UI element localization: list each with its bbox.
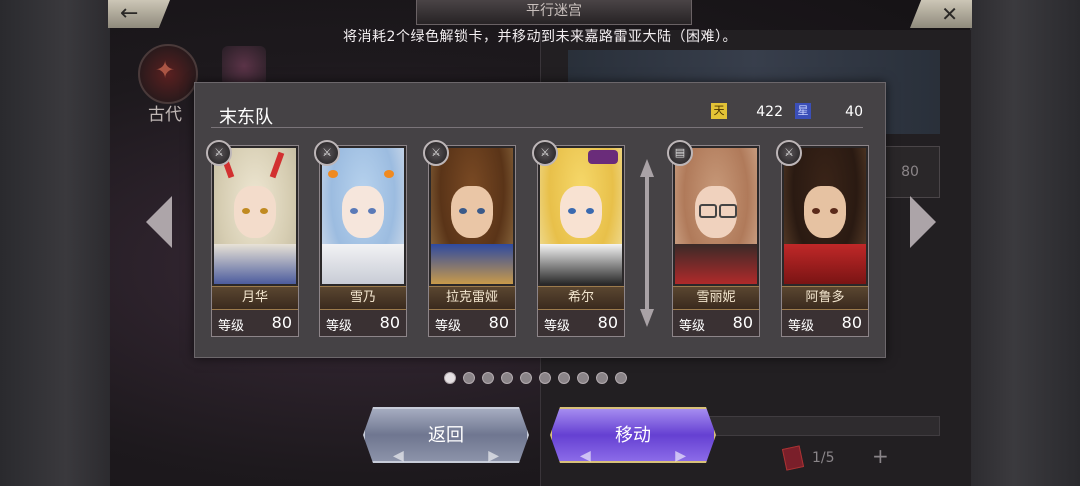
- star-resource-icon: 星: [795, 103, 811, 119]
- era-emblem-icon: [138, 44, 198, 104]
- level-row: 等级 80: [782, 310, 868, 336]
- character-name: 阿鲁多: [782, 286, 868, 310]
- character-card[interactable]: ⚔ 拉克雷娅 等级 80: [423, 140, 516, 337]
- character-card[interactable]: ⚔ 希尔 等级 80: [532, 140, 625, 337]
- level-row: 等级 80: [429, 310, 515, 336]
- move-button[interactable]: ◀ 移动 ▶: [550, 407, 716, 463]
- pagination-dot[interactable]: [482, 372, 494, 384]
- character-name: 希尔: [538, 286, 624, 310]
- star-resource-value: 40: [845, 104, 863, 120]
- background-right-panel: [970, 0, 1080, 486]
- emblem-icon: [222, 46, 266, 86]
- character-card[interactable]: ⚔ 月华 等级 80: [206, 140, 299, 337]
- level-label: 等级: [435, 319, 462, 334]
- character-name: 雪丽妮: [673, 286, 759, 310]
- background-level-box: 80: [880, 146, 940, 198]
- character-portrait: [675, 148, 757, 284]
- heaven-resource-value: 422: [756, 104, 783, 120]
- dual-sword-icon: ⚔: [314, 140, 340, 166]
- book-icon: ▤: [667, 140, 693, 166]
- character-portrait: [322, 148, 404, 284]
- pagination-dot[interactable]: [501, 372, 513, 384]
- heaven-resource-icon: 天: [711, 103, 727, 119]
- close-icon: ✕: [941, 2, 958, 26]
- background-page-indicator: 1/5: [812, 450, 835, 466]
- team-panel: 末东队 天 422 星 40 ⚔ 月华 等级 80 ⚔ 雪乃 等级 80 ⚔ 拉…: [194, 82, 886, 358]
- pagination-dot[interactable]: [558, 372, 570, 384]
- character-name: 月华: [212, 286, 298, 310]
- plus-icon: +: [872, 444, 889, 468]
- level-label: 等级: [679, 319, 706, 334]
- divider: [211, 127, 863, 128]
- character-name: 雪乃: [320, 286, 406, 310]
- sword-icon: ⚔: [776, 140, 802, 166]
- page-title: 平行迷宫: [416, 0, 692, 25]
- dual-sword-icon: ⚔: [423, 140, 449, 166]
- pagination-dot[interactable]: [596, 372, 608, 384]
- back-button[interactable]: ◀ 返回 ▶: [363, 407, 529, 463]
- level-row: 等级 80: [212, 310, 298, 336]
- sword-icon: ⚔: [206, 140, 232, 166]
- level-value: 80: [271, 313, 292, 332]
- level-label: 等级: [544, 319, 571, 334]
- level-value: 80: [732, 313, 753, 332]
- pagination-dot[interactable]: [463, 372, 475, 384]
- level-label: 等级: [218, 319, 245, 334]
- era-label: 古代: [148, 105, 182, 125]
- pagination-dots: [444, 372, 627, 384]
- back-arrow-icon: ←: [120, 1, 139, 26]
- background-progress-bar: [690, 416, 940, 436]
- character-card[interactable]: ⚔ 雪乃 等级 80: [314, 140, 407, 337]
- level-value: 80: [379, 313, 400, 332]
- pagination-dot[interactable]: [539, 372, 551, 384]
- character-portrait: [214, 148, 296, 284]
- level-row: 等级 80: [538, 310, 624, 336]
- level-row: 等级 80: [320, 310, 406, 336]
- level-value: 80: [597, 313, 618, 332]
- dual-sword-icon: ⚔: [532, 140, 558, 166]
- character-name: 拉克雷娅: [429, 286, 515, 310]
- confirm-notice: 将消耗2个绿色解锁卡，并移动到未来嘉路雷亚大陆（困难）。: [343, 29, 737, 45]
- move-button-label: 移动: [615, 425, 651, 446]
- character-card[interactable]: ▤ 雪丽妮 等级 80: [667, 140, 760, 337]
- next-team-arrow-icon[interactable]: [910, 196, 936, 248]
- pagination-dot[interactable]: [615, 372, 627, 384]
- background-level-value: 80: [901, 164, 919, 180]
- prev-team-arrow-icon[interactable]: [146, 196, 172, 248]
- character-card[interactable]: ⚔ 阿鲁多 等级 80: [776, 140, 869, 337]
- pagination-dot[interactable]: [577, 372, 589, 384]
- level-value: 80: [841, 313, 862, 332]
- character-portrait: [540, 148, 622, 284]
- character-portrait: [431, 148, 513, 284]
- team-name: 末东队: [219, 107, 273, 128]
- pagination-dot[interactable]: [444, 372, 456, 384]
- level-row: 等级 80: [673, 310, 759, 336]
- swap-indicator-icon: [638, 159, 656, 327]
- pagination-dot[interactable]: [520, 372, 532, 384]
- background-left-panel: [0, 0, 110, 486]
- level-label: 等级: [788, 319, 815, 334]
- back-button-label: 返回: [428, 425, 464, 446]
- level-label: 等级: [326, 319, 353, 334]
- level-value: 80: [488, 313, 509, 332]
- character-portrait: [784, 148, 866, 284]
